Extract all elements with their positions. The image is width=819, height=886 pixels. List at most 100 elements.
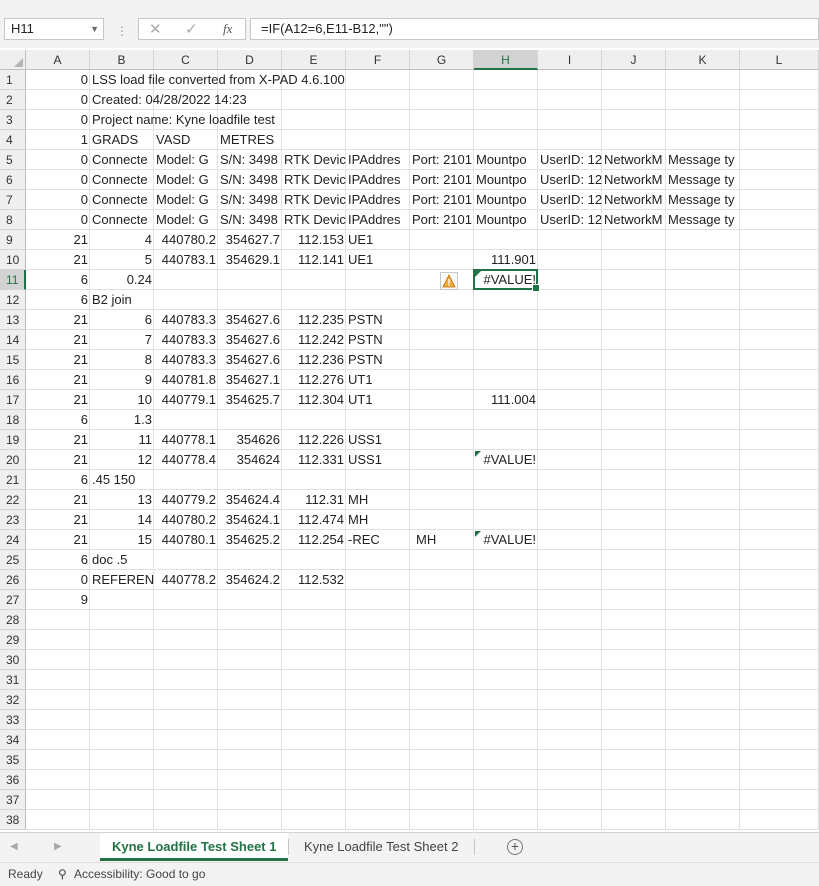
cell-b1[interactable]: LSS load file converted from X-PAD 4.6.1… bbox=[90, 70, 819, 90]
cell-h8[interactable]: Mountpo bbox=[474, 210, 538, 230]
column-header-l[interactable]: L bbox=[740, 50, 819, 70]
cell-b13[interactable]: 6 bbox=[90, 310, 154, 330]
cell-f20[interactable]: USS1 bbox=[346, 450, 474, 470]
cell-f7[interactable]: IPAddres bbox=[346, 190, 410, 210]
cell-c19[interactable]: 440778.1 bbox=[154, 430, 218, 450]
cell-k6[interactable]: Message ty bbox=[666, 170, 819, 190]
cell-d17[interactable]: 354625.7 bbox=[218, 390, 282, 410]
cell-j5[interactable]: NetworkM bbox=[602, 150, 666, 170]
row-header-34[interactable]: 34 bbox=[0, 730, 26, 750]
cell-d24[interactable]: 354625.2 bbox=[218, 530, 282, 550]
row-header-24[interactable]: 24 bbox=[0, 530, 26, 550]
cell-c7[interactable]: Model: G bbox=[154, 190, 218, 210]
cell-a19[interactable]: 21 bbox=[26, 430, 90, 450]
cell-c22[interactable]: 440779.2 bbox=[154, 490, 218, 510]
cell-d13[interactable]: 354627.6 bbox=[218, 310, 282, 330]
enter-icon[interactable]: ✓ bbox=[185, 20, 198, 38]
cell-c16[interactable]: 440781.8 bbox=[154, 370, 218, 390]
row-header-12[interactable]: 12 bbox=[0, 290, 26, 310]
cell-g5[interactable]: Port: 2101 bbox=[410, 150, 474, 170]
cell-c4[interactable]: VASD bbox=[154, 130, 218, 150]
cell-a23[interactable]: 21 bbox=[26, 510, 90, 530]
row-header-26[interactable]: 26 bbox=[0, 570, 26, 590]
row-header-29[interactable]: 29 bbox=[0, 630, 26, 650]
row-header-38[interactable]: 38 bbox=[0, 810, 26, 830]
cell-b21[interactable]: .45 150 bbox=[90, 470, 819, 490]
cell-f10[interactable]: UE1 bbox=[346, 250, 474, 270]
cell-h10[interactable]: 111.901 bbox=[474, 250, 538, 270]
row-header-20[interactable]: 20 bbox=[0, 450, 26, 470]
row-header-2[interactable]: 2 bbox=[0, 90, 26, 110]
cell-b23[interactable]: 14 bbox=[90, 510, 154, 530]
cell-a7[interactable]: 0 bbox=[26, 190, 90, 210]
cell-f8[interactable]: IPAddres bbox=[346, 210, 410, 230]
column-header-b[interactable]: B bbox=[90, 50, 154, 70]
cell-a16[interactable]: 21 bbox=[26, 370, 90, 390]
cell-b11[interactable]: 0.24 bbox=[90, 270, 154, 290]
cell-i8[interactable]: UserID: 12 bbox=[538, 210, 602, 230]
cell-c15[interactable]: 440783.3 bbox=[154, 350, 218, 370]
cell-c8[interactable]: Model: G bbox=[154, 210, 218, 230]
cell-a4[interactable]: 1 bbox=[26, 130, 90, 150]
row-header-10[interactable]: 10 bbox=[0, 250, 26, 270]
cell-b14[interactable]: 7 bbox=[90, 330, 154, 350]
cell-h5[interactable]: Mountpo bbox=[474, 150, 538, 170]
cell-d7[interactable]: S/N: 3498 bbox=[218, 190, 282, 210]
cell-a9[interactable]: 21 bbox=[26, 230, 90, 250]
row-header-9[interactable]: 9 bbox=[0, 230, 26, 250]
cell-f13[interactable]: PSTN bbox=[346, 310, 819, 330]
cell-a27[interactable]: 9 bbox=[26, 590, 90, 610]
row-header-16[interactable]: 16 bbox=[0, 370, 26, 390]
cell-h6[interactable]: Mountpo bbox=[474, 170, 538, 190]
cell-i6[interactable]: UserID: 12 bbox=[538, 170, 602, 190]
cell-a15[interactable]: 21 bbox=[26, 350, 90, 370]
cell-e14[interactable]: 112.242 bbox=[282, 330, 346, 350]
row-header-37[interactable]: 37 bbox=[0, 790, 26, 810]
row-header-19[interactable]: 19 bbox=[0, 430, 26, 450]
cell-g24[interactable]: MH bbox=[410, 530, 474, 550]
cell-e26[interactable]: 112.532 bbox=[282, 570, 346, 590]
cell-c14[interactable]: 440783.3 bbox=[154, 330, 218, 350]
row-header-11[interactable]: 11 bbox=[0, 270, 26, 290]
cell-d23[interactable]: 354624.1 bbox=[218, 510, 282, 530]
cell-e17[interactable]: 112.304 bbox=[282, 390, 346, 410]
cell-c5[interactable]: Model: G bbox=[154, 150, 218, 170]
row-header-5[interactable]: 5 bbox=[0, 150, 26, 170]
cell-a1[interactable]: 0 bbox=[26, 70, 90, 90]
row-header-36[interactable]: 36 bbox=[0, 770, 26, 790]
row-header-13[interactable]: 13 bbox=[0, 310, 26, 330]
cell-d10[interactable]: 354629.1 bbox=[218, 250, 282, 270]
row-header-28[interactable]: 28 bbox=[0, 610, 26, 630]
cell-f19[interactable]: USS1 bbox=[346, 430, 819, 450]
cell-c20[interactable]: 440778.4 bbox=[154, 450, 218, 470]
cell-f15[interactable]: PSTN bbox=[346, 350, 819, 370]
cell-e10[interactable]: 112.141 bbox=[282, 250, 346, 270]
cell-e19[interactable]: 112.226 bbox=[282, 430, 346, 450]
cell-f24[interactable]: -REC bbox=[346, 530, 410, 550]
cell-c17[interactable]: 440779.1 bbox=[154, 390, 218, 410]
cell-e15[interactable]: 112.236 bbox=[282, 350, 346, 370]
cell-a6[interactable]: 0 bbox=[26, 170, 90, 190]
column-header-h[interactable]: H bbox=[474, 50, 538, 70]
column-header-g[interactable]: G bbox=[410, 50, 474, 70]
row-header-30[interactable]: 30 bbox=[0, 650, 26, 670]
cell-e24[interactable]: 112.254 bbox=[282, 530, 346, 550]
cell-i5[interactable]: UserID: 12 bbox=[538, 150, 602, 170]
cell-d14[interactable]: 354627.6 bbox=[218, 330, 282, 350]
accessibility-icon[interactable]: ⚲ bbox=[58, 863, 67, 885]
column-header-k[interactable]: K bbox=[666, 50, 740, 70]
row-header-3[interactable]: 3 bbox=[0, 110, 26, 130]
cell-h24[interactable]: #VALUE! bbox=[474, 530, 538, 550]
cell-e6[interactable]: RTK Devic bbox=[282, 170, 346, 190]
cell-a20[interactable]: 21 bbox=[26, 450, 90, 470]
cell-b26[interactable]: REFERENC bbox=[90, 570, 154, 590]
cell-h17[interactable]: 111.004 bbox=[474, 390, 538, 410]
cell-f23[interactable]: MH bbox=[346, 510, 819, 530]
cell-h20[interactable]: #VALUE! bbox=[474, 450, 538, 470]
cell-b19[interactable]: 11 bbox=[90, 430, 154, 450]
cell-b10[interactable]: 5 bbox=[90, 250, 154, 270]
cell-j8[interactable]: NetworkM bbox=[602, 210, 666, 230]
row-header-4[interactable]: 4 bbox=[0, 130, 26, 150]
insert-function-icon[interactable]: fx bbox=[223, 21, 232, 37]
cell-d22[interactable]: 354624.4 bbox=[218, 490, 282, 510]
